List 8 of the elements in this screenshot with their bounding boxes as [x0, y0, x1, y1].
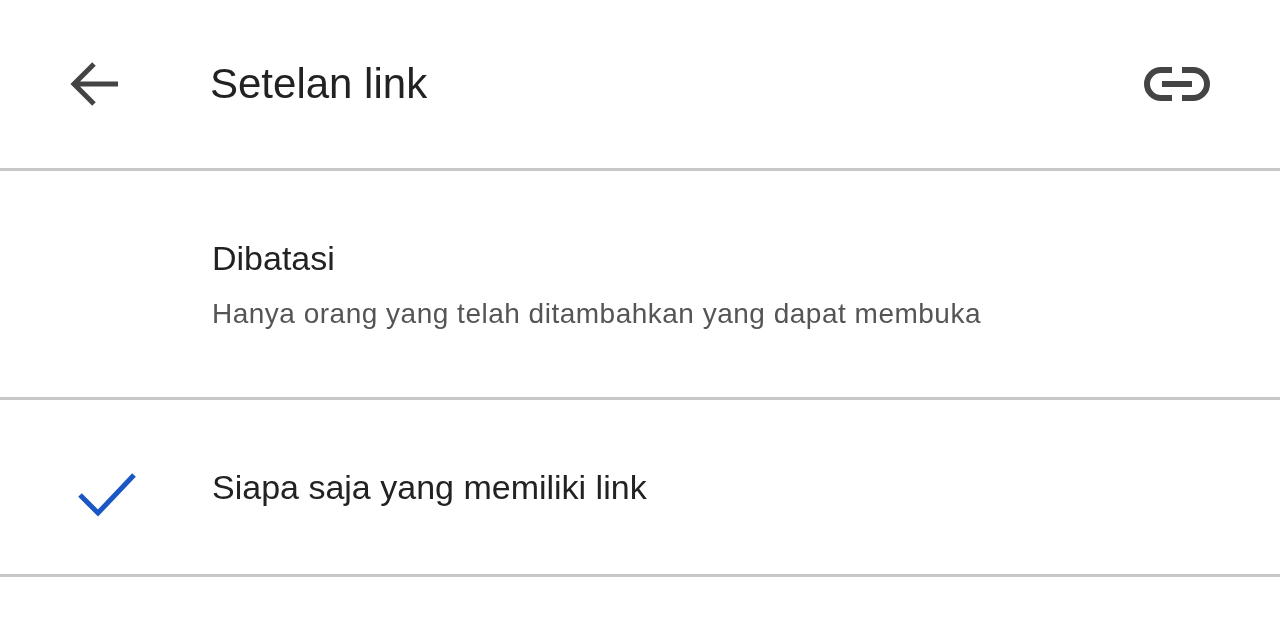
option-label: Siapa saja yang memiliki link — [212, 467, 647, 507]
option-row[interactable]: Siapa saja yang memiliki link — [0, 400, 1280, 577]
option-description: Hanya orang yang telah ditambahkan yang dapat membuka — [212, 297, 981, 330]
link-icon — [1144, 66, 1210, 102]
link-button[interactable] — [1144, 66, 1210, 102]
option-label: Dibatasi — [212, 238, 336, 278]
option-row[interactable]: Dibatasi Hanya orang yang telah ditambahkan yang dapat membuka — [0, 171, 1280, 400]
page-title: Setelan link — [210, 60, 429, 108]
